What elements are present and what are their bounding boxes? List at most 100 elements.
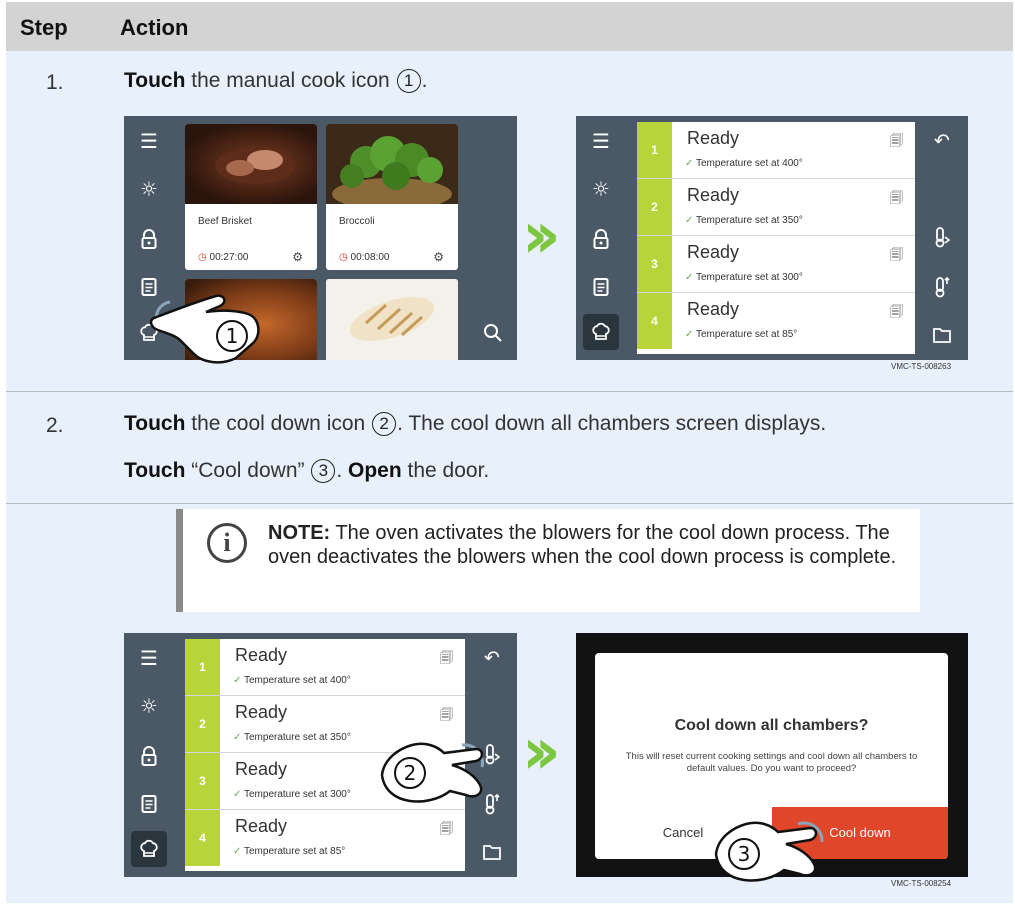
recipe-tile[interactable] — [326, 279, 458, 360]
check-icon: ✓ — [685, 272, 694, 283]
recipe-tile[interactable]: Beef Brisket ◷ 00:27:00 ⚙ — [185, 124, 317, 270]
step-2-instruction-line-1: Touch the cool down icon 2. The cool dow… — [124, 412, 827, 436]
folder-icon[interactable] — [927, 320, 957, 350]
chamber-temperature: ✓ Temperature set at 400° — [233, 675, 351, 686]
chamber-status: Ready — [687, 128, 740, 148]
chamber-temperature: ✓ Temperature set at 350° — [685, 215, 803, 226]
chamber-temperature: ✓ Temperature set at 300° — [685, 272, 803, 283]
left-rail: ☰ ☼ — [124, 633, 174, 877]
step-1-instruction: Touch the manual cook icon 1. — [124, 69, 428, 93]
recipe-time: ◷ 00:27:00 — [198, 252, 249, 263]
recipe-book-icon[interactable]: 🗐 — [440, 820, 453, 842]
pointing-hand-icon: 1 — [149, 294, 260, 364]
note-text: NOTE: The oven activates the blowers for… — [268, 522, 897, 568]
menu-icon[interactable]: ☰ — [586, 126, 616, 156]
chamber-status: Ready — [235, 702, 288, 722]
pointing-hand-icon: 3 — [714, 821, 824, 882]
step-2-instruction-line-2: Touch “Cool down” 3. Open the door. — [124, 459, 490, 483]
lock-icon[interactable] — [134, 741, 164, 771]
chamber-row[interactable]: 4 Ready ✓ Temperature set at 85° 🗐 — [185, 810, 465, 867]
preheat-icon[interactable] — [927, 272, 957, 302]
back-icon[interactable]: ↶ — [927, 126, 957, 156]
info-icon: i — [207, 523, 247, 563]
callout-1: 1 — [396, 69, 421, 93]
chamber-temperature: ✓ Temperature set at 85° — [685, 329, 798, 340]
timer-icon: ◷ — [339, 252, 348, 263]
chicken-breast-image — [326, 279, 458, 360]
chamber-status: Ready — [687, 185, 740, 205]
step-2-row: 2. Touch the cool down icon 2. The cool … — [6, 392, 1013, 503]
check-icon: ✓ — [685, 329, 694, 340]
chamber-row[interactable]: 1 Ready ✓ Temperature set at 400° 🗐 — [637, 122, 915, 179]
check-icon: ✓ — [685, 158, 694, 169]
chef-hat-icon[interactable] — [131, 831, 167, 867]
recipe-time: ◷ 00:08:00 — [339, 252, 390, 263]
brightness-icon[interactable]: ☼ — [134, 174, 164, 204]
chamber-number: 1 — [637, 122, 672, 178]
chamber-number: 3 — [185, 753, 220, 809]
step-number: 1. — [46, 71, 64, 94]
callout-3: 3 — [311, 459, 336, 483]
menu-icon[interactable]: ☰ — [134, 643, 164, 673]
recipe-book-icon[interactable]: 🗐 — [440, 706, 453, 728]
search-icon[interactable] — [478, 318, 508, 348]
dialog-message: This will reset current cooking settings… — [625, 751, 918, 774]
brightness-icon[interactable]: ☼ — [134, 691, 164, 721]
chamber-number: 2 — [185, 696, 220, 752]
check-icon: ✓ — [233, 675, 242, 686]
note-box: i NOTE: The oven activates the blowers f… — [176, 509, 920, 612]
callout-2: 2 — [372, 412, 397, 436]
check-icon: ✓ — [233, 846, 242, 857]
cool-down-icon[interactable] — [927, 222, 957, 252]
callout-3-marker: 3 — [738, 842, 751, 866]
chamber-list: 1 Ready ✓ Temperature set at 400° 🗐 2 Re… — [637, 122, 915, 354]
check-icon: ✓ — [233, 732, 242, 743]
chamber-status: Ready — [235, 816, 288, 836]
recipe-book-icon[interactable]: 🗐 — [440, 649, 453, 671]
chamber-number: 4 — [185, 810, 220, 866]
callout-1-marker: 1 — [226, 324, 239, 348]
chamber-number: 1 — [185, 639, 220, 695]
pointing-hand-icon: 2 — [380, 742, 484, 803]
chamber-number: 3 — [637, 236, 672, 292]
chamber-row[interactable]: 1 Ready ✓ Temperature set at 400° 🗐 — [185, 639, 465, 696]
recipe-tile[interactable]: Broccoli ◷ 00:08:00 ⚙ — [326, 124, 458, 270]
chamber-status: Ready — [235, 759, 288, 779]
chamber-temperature: ✓ Temperature set at 350° — [233, 732, 351, 743]
menu-icon[interactable]: ☰ — [134, 126, 164, 156]
chamber-temperature: ✓ Temperature set at 400° — [685, 158, 803, 169]
chamber-row[interactable]: 2 Ready ✓ Temperature set at 350° 🗐 — [637, 179, 915, 236]
check-icon: ✓ — [233, 789, 242, 800]
lock-icon[interactable] — [586, 224, 616, 254]
chamber-number: 2 — [637, 179, 672, 235]
recipe-book-icon[interactable]: 🗐 — [890, 246, 903, 268]
folder-icon[interactable] — [477, 837, 507, 867]
left-rail: ☰ ☼ — [576, 116, 626, 360]
chef-hat-icon[interactable] — [583, 314, 619, 350]
lock-icon[interactable] — [134, 224, 164, 254]
step-column-header: Step — [20, 15, 68, 40]
recipe-book-icon[interactable]: 🗐 — [890, 132, 903, 154]
dialog-title: Cool down all chambers? — [674, 717, 869, 734]
chamber-row[interactable]: 3 Ready ✓ Temperature set at 300° 🗐 — [637, 236, 915, 293]
recipe-name: Broccoli — [339, 216, 375, 227]
recipe-book-icon[interactable] — [586, 272, 616, 302]
step-number: 2. — [46, 414, 64, 437]
recipe-book-icon[interactable] — [134, 789, 164, 819]
check-icon: ✓ — [685, 215, 694, 226]
back-icon[interactable]: ↶ — [477, 643, 507, 673]
timer-icon: ◷ — [198, 252, 207, 263]
next-arrow-icon: ›› — [522, 199, 561, 273]
recipe-name: Beef Brisket — [198, 216, 252, 227]
recipe-book-icon[interactable]: 🗐 — [890, 303, 903, 325]
gear-icon[interactable]: ⚙ — [292, 250, 303, 264]
figure-id: VMC-TS-008263 — [891, 362, 952, 371]
beef-brisket-image — [185, 124, 317, 204]
brightness-icon[interactable]: ☼ — [586, 174, 616, 204]
recipe-book-icon[interactable]: 🗐 — [890, 189, 903, 211]
figure-id: VMC-TS-008254 — [891, 879, 952, 888]
chamber-row[interactable]: 4 Ready ✓ Temperature set at 85° 🗐 — [637, 293, 915, 350]
action-column-header: Action — [120, 15, 189, 40]
gear-icon[interactable]: ⚙ — [433, 250, 444, 264]
chamber-status: Ready — [235, 645, 288, 665]
